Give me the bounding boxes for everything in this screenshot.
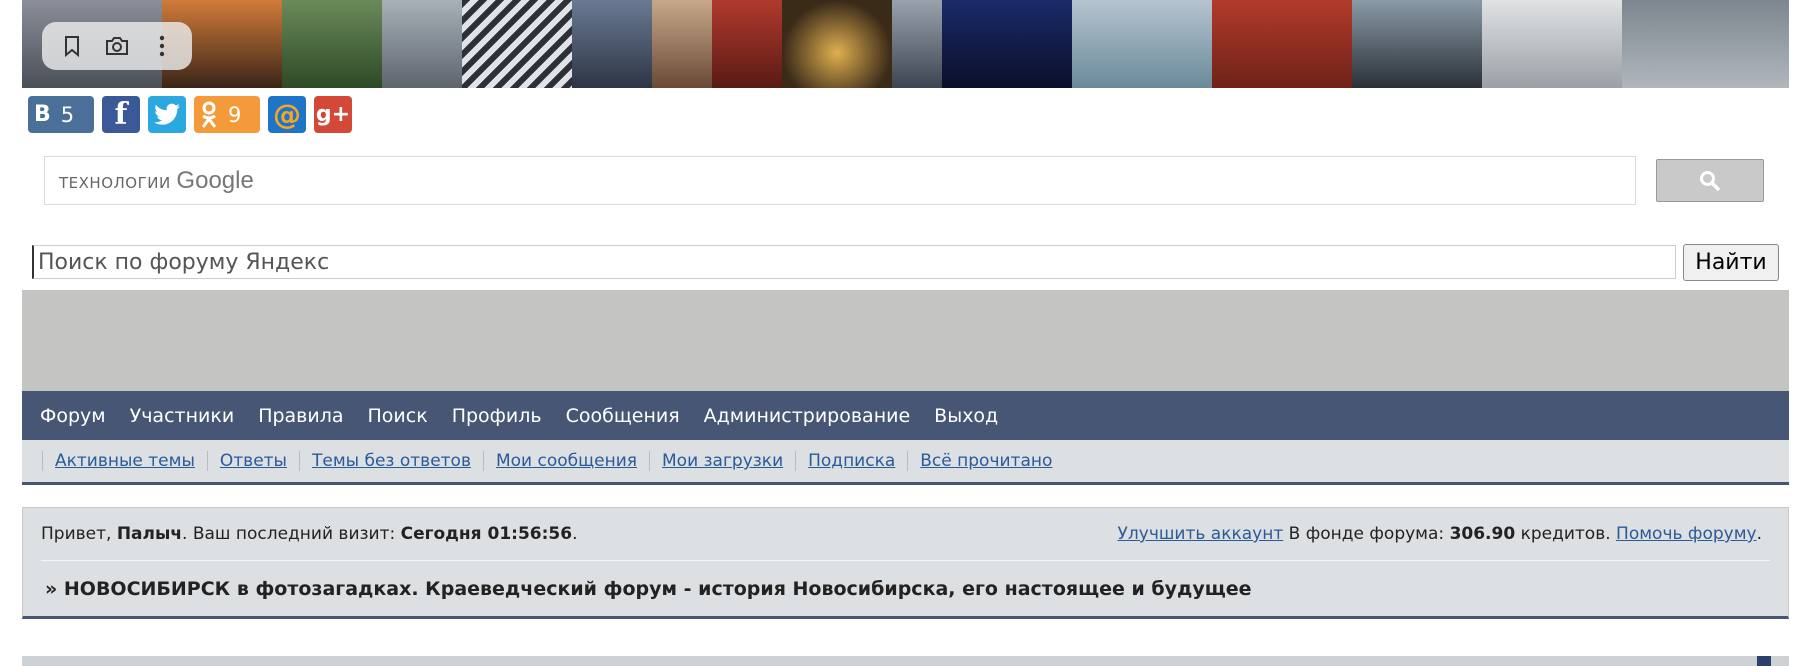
subnav-subscription[interactable]: Подписка	[795, 451, 907, 471]
camera-icon[interactable]	[99, 28, 135, 64]
yandex-search-button[interactable]: Найти	[1683, 244, 1779, 281]
username: Палыч	[116, 524, 183, 544]
vk-share-button[interactable]: B 5	[28, 96, 94, 133]
vk-icon: B	[34, 102, 51, 127]
upgrade-account-link[interactable]: Улучшить аккаунт	[1118, 524, 1284, 544]
image-toolbar	[42, 22, 192, 70]
google-search-button[interactable]	[1656, 159, 1764, 202]
collapse-icon[interactable]	[1757, 656, 1771, 666]
google-search-input[interactable]: ТЕХНОЛОГИИ Google	[44, 156, 1636, 205]
banner-photo	[1482, 0, 1622, 88]
facebook-share-button[interactable]: f	[102, 96, 140, 133]
divider	[41, 560, 1770, 561]
section-header-partial	[22, 656, 1789, 666]
banner-photo	[652, 0, 712, 88]
nav-item-rules[interactable]: Правила	[258, 405, 343, 427]
subnav-my-uploads[interactable]: Мои загрузки	[649, 451, 795, 471]
banner-photo	[1072, 0, 1212, 88]
banner-photo	[1212, 0, 1352, 88]
fund-amount: 306.90	[1449, 524, 1516, 544]
nav-item-search[interactable]: Поиск	[368, 405, 428, 427]
subnav-my-posts[interactable]: Мои сообщения	[482, 451, 649, 471]
twitter-share-button[interactable]	[148, 96, 186, 133]
nav-item-profile[interactable]: Профиль	[452, 405, 542, 427]
sub-nav: Активные темы Ответы Темы без ответов Мо…	[22, 440, 1789, 485]
mailru-share-button[interactable]: @	[268, 96, 306, 133]
banner-photo	[1352, 0, 1482, 88]
banner-photo	[572, 0, 652, 88]
nav-item-messages[interactable]: Сообщения	[566, 405, 680, 427]
banner-photo	[1622, 0, 1789, 88]
subnav-active-topics[interactable]: Активные темы	[42, 451, 207, 471]
bookmark-icon[interactable]	[54, 28, 90, 64]
googleplus-icon: g+	[315, 102, 351, 127]
googleplus-share-button[interactable]: g+	[314, 96, 352, 133]
odnoklassniki-share-button[interactable]: 9	[194, 96, 260, 133]
mailru-at-icon: @	[273, 98, 301, 131]
social-share-bar: B 5 f 9 @ g+	[28, 96, 352, 133]
nav-item-logout[interactable]: Выход	[934, 405, 998, 427]
banner-photo	[382, 0, 462, 88]
facebook-icon: f	[114, 97, 128, 132]
banner-photo	[782, 0, 892, 88]
subnav-unanswered-topics[interactable]: Темы без ответов	[298, 451, 483, 471]
nav-item-admin[interactable]: Администрирование	[704, 405, 911, 427]
nav-item-members[interactable]: Участники	[130, 405, 235, 427]
more-vertical-icon[interactable]	[144, 28, 180, 64]
header-banner	[22, 0, 1789, 88]
vk-share-count: 5	[60, 102, 75, 127]
yandex-search-placeholder: Поиск по форуму Яндекс	[38, 249, 330, 275]
yandex-search-input[interactable]: Поиск по форуму Яндекс	[32, 245, 1676, 279]
banner-photo	[282, 0, 382, 88]
nav-item-forum[interactable]: Форум	[40, 405, 106, 427]
banner-photo	[942, 0, 1072, 88]
user-info-panel: Привет, Палыч. Ваш последний визит: Сего…	[22, 507, 1789, 619]
greeting: Привет, Палыч. Ваш последний визит: Сего…	[41, 524, 578, 544]
subnav-mark-all-read[interactable]: Всё прочитано	[907, 451, 1064, 471]
ad-placeholder	[22, 290, 1789, 391]
banner-photo	[462, 0, 572, 88]
subnav-replies[interactable]: Ответы	[206, 451, 299, 471]
twitter-icon	[154, 103, 180, 125]
banner-photo	[712, 0, 782, 88]
odnoklassniki-icon	[201, 101, 217, 128]
google-search-watermark: ТЕХНОЛОГИИ Google	[59, 166, 254, 194]
forum-title: » НОВОСИБИРСК в фотозагадках. Краеведчес…	[45, 578, 1252, 600]
search-icon	[1700, 170, 1721, 191]
main-nav: Форум Участники Правила Поиск Профиль Со…	[22, 391, 1789, 440]
banner-photo	[892, 0, 942, 88]
last-visit-time: Сегодня 01:56:56	[400, 524, 573, 544]
odnoklassniki-share-count: 9	[228, 102, 242, 127]
help-forum-link[interactable]: Помочь форуму	[1616, 524, 1757, 544]
forum-fund: Улучшить аккаунт В фонде форума: 306.90 …	[1117, 524, 1762, 544]
